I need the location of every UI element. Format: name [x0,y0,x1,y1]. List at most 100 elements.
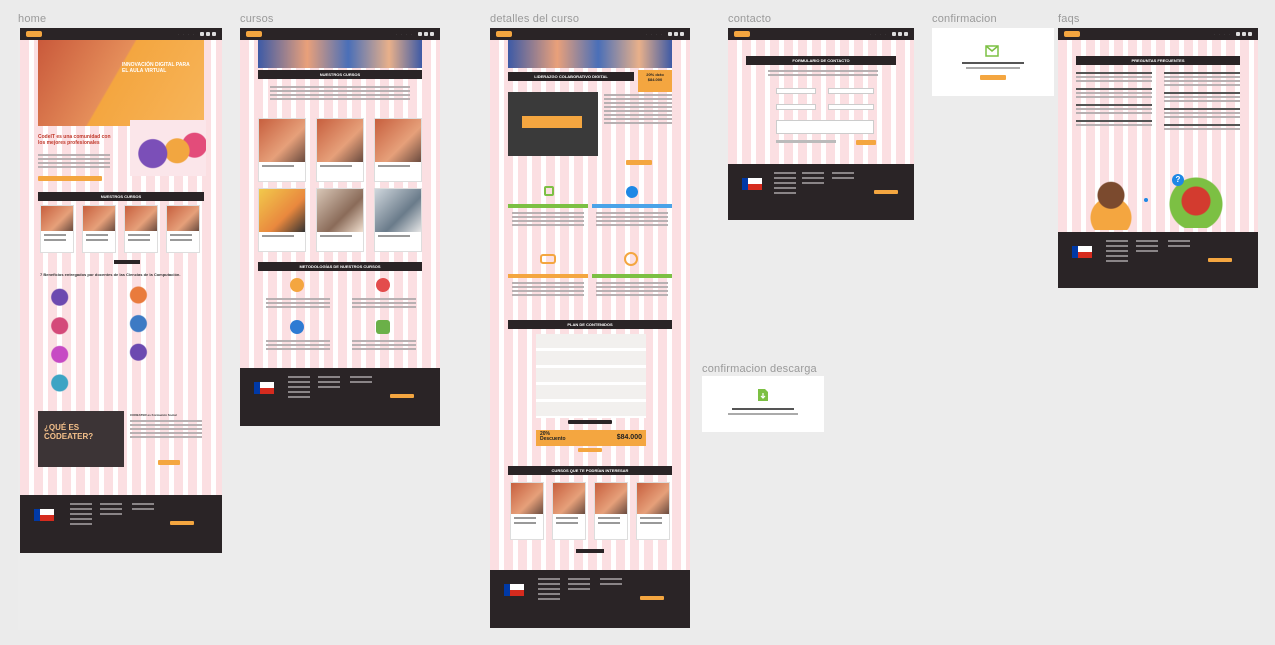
plan-title: PLAN DE CONTENIDOS [508,320,672,329]
navbar: · · · · [1058,28,1258,40]
footer-subscribe-button[interactable] [874,190,898,194]
course-card[interactable] [316,188,364,252]
price-badge-text: $84.000 [647,77,663,82]
name-input[interactable] [776,88,816,94]
globe-icon [290,320,304,334]
course-card[interactable] [258,188,306,252]
footer [728,164,914,220]
download-file-icon [757,388,769,402]
email-input[interactable] [776,104,816,110]
chile-flag-logo [254,382,274,394]
offer-discount: 20% Descuento [540,431,566,442]
view-all-courses-button[interactable] [114,260,140,264]
frame-confirmacion-descarga[interactable] [702,376,824,432]
frame-label-detalles[interactable]: detalles del curso [490,13,579,25]
community-illustration [130,120,206,176]
footer-subscribe-button[interactable] [1208,258,1232,262]
logo [26,31,42,37]
que-es-button[interactable] [158,460,180,465]
home-courses-title: NUESTROS CURSOS [38,192,204,201]
collaboration-icon [376,278,390,292]
course-card[interactable] [258,118,306,182]
envelope-check-icon [985,44,999,57]
course-card[interactable] [636,482,670,540]
frame-label-faqs[interactable]: faqs [1058,13,1080,25]
que-es-heading: CODEATER es Formación Social [130,413,177,417]
frame-cursos[interactable]: · · · · NUESTROS CURSOS METODOLOGÍAS DE NUE… [240,28,440,426]
navbar: · · · · [20,28,222,40]
download-program-button[interactable] [568,420,612,424]
video-icon [626,186,638,198]
que-es-title: ¿QUÉ ES CODEATER? [44,423,94,441]
navbar: · · · · [728,28,914,40]
footer [490,570,690,628]
frame-label-cursos[interactable]: cursos [240,13,274,25]
faq-illustration-left [1088,174,1134,230]
frame-label-confirmacion-descarga[interactable]: confirmacion descarga [702,363,817,375]
footer [20,495,222,553]
send-button[interactable] [856,140,876,145]
buy-button[interactable] [578,448,602,452]
handshake-icon [540,254,556,264]
privacy-checkbox[interactable] [776,140,836,143]
community-title: CodeIT es una comunidad con los mejores … [38,134,111,146]
bulb-icon [290,278,304,292]
chile-flag-logo [1072,246,1092,258]
course-card[interactable] [124,205,158,253]
footer-subscribe-button[interactable] [170,521,194,525]
message-textarea[interactable] [776,120,874,134]
course-card[interactable] [374,118,422,182]
frame-label-confirmacion[interactable]: confirmacion [932,13,997,25]
form-title: FORMULARIO DE CONTACTO [746,56,896,65]
methods-title: METODOLOGÍAS DE NUESTROS CURSOS [258,262,422,271]
course-card[interactable] [374,188,422,252]
navbar: · · · · [240,28,440,40]
course-card[interactable] [82,205,116,253]
frame-label-home[interactable]: home [18,13,46,25]
view-all-button[interactable] [576,549,604,553]
detalles-banner [508,40,672,68]
frame-confirmacion[interactable] [932,28,1054,96]
related-title: CURSOS QUE TE PODRÍAN INTERESAR [508,466,672,475]
enroll-button[interactable] [626,160,652,165]
navbar: · · · · [490,28,690,40]
faqs-title: PREGUNTAS FRECUENTES [1076,56,1240,65]
chile-flag-logo [34,509,54,521]
course-card[interactable] [316,118,364,182]
community-button[interactable] [38,176,102,181]
course-card[interactable] [510,482,544,540]
offer-price: $84.000 [616,434,642,441]
que-es-box: ¿QUÉ ES CODEATER? [38,411,124,467]
course-video[interactable] [508,92,598,156]
hero-title: INNOVACIÓN DIGITAL PARA EL AULA VIRTUAL [122,62,190,74]
footer [240,368,440,426]
hero-banner: INNOVACIÓN DIGITAL PARA EL AULA VIRTUAL [38,40,204,126]
cursos-banner [258,40,422,68]
lastname-input[interactable] [828,88,874,94]
cursos-title: NUESTROS CURSOS [258,70,422,79]
course-card[interactable] [594,482,628,540]
frame-detalles[interactable]: · · · · LIDERAZGO COLABORATIVO DIGITAL 20% … [490,28,690,628]
footer-subscribe-button[interactable] [390,394,414,398]
footer-subscribe-button[interactable] [640,596,664,600]
digital-icon [376,320,390,334]
frame-contacto[interactable]: · · · · FORMULARIO DE CONTACTO [728,28,914,220]
hand-icon [624,252,638,266]
gift-icon [544,186,554,196]
content-plan-list [536,334,646,418]
frame-label-contacto[interactable]: contacto [728,13,771,25]
phone-input[interactable] [828,104,874,110]
offer-banner: 20% Descuento $84.000 [536,430,646,446]
question-icon: ? [1172,174,1184,186]
frame-faqs[interactable]: · · · · PREGUNTAS FRECUENTES ? [1058,28,1258,288]
frame-home[interactable]: · · · · INNOVACIÓN DIGITAL PARA EL AULA VIR… [20,28,222,553]
course-card[interactable] [552,482,586,540]
back-button[interactable] [980,75,1006,80]
benefits-title: 7 Beneficios entregados por docentes de … [40,272,181,277]
course-title: LIDERAZGO COLABORATIVO DIGITAL [508,72,634,81]
course-card[interactable] [166,205,200,253]
benefits-list [40,284,204,394]
footer [1058,232,1258,288]
chile-flag-logo [742,178,762,190]
course-card[interactable] [40,205,74,253]
